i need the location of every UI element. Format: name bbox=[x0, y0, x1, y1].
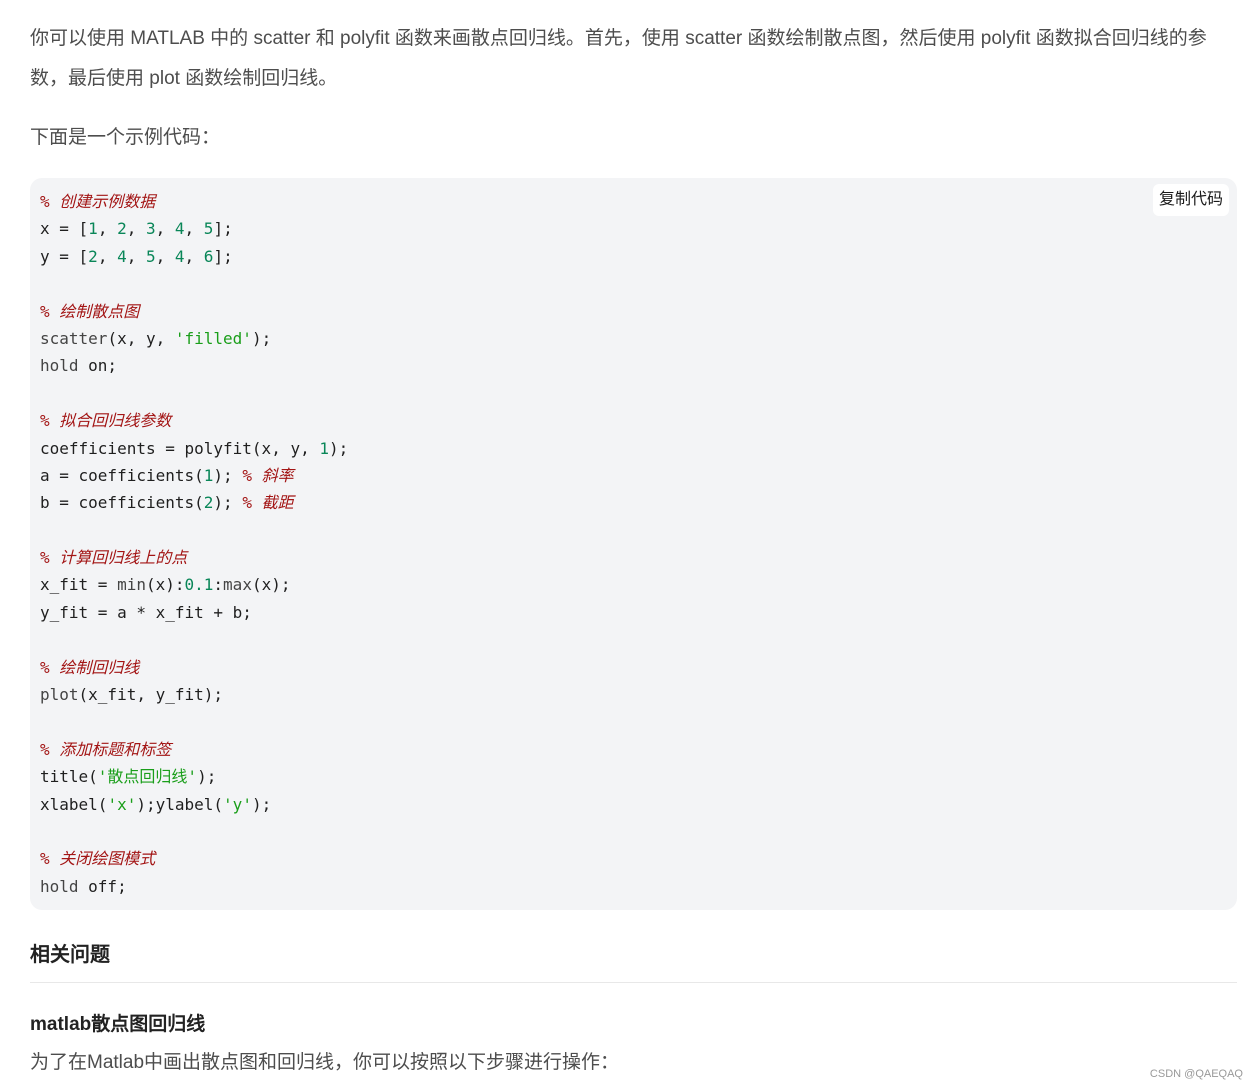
code-line: x_fit = min(x):0.1:max(x); bbox=[40, 575, 291, 595]
code-comment: % 绘制散点图 bbox=[40, 301, 140, 321]
code-line: % 添加标题和标签 bbox=[40, 736, 1237, 763]
code-comment: % 创建示例数据 bbox=[40, 192, 156, 211]
code-comment: % 绘制回归线 bbox=[40, 657, 140, 677]
code-line: % 绘制回归线 bbox=[40, 654, 1237, 681]
code-block: 复制代码 % 创建示例数据 x = [1, 2, 3, 4, 5]; y = [… bbox=[30, 178, 1237, 911]
code-line: xlabel('x');ylabel('y'); bbox=[40, 794, 272, 814]
code-comment: % 计算回归线上的点 bbox=[40, 548, 188, 568]
code-string: '散点回归线' bbox=[97, 767, 198, 787]
code-line: % 拟合回归线参数 bbox=[40, 407, 1237, 434]
code-line: scatter(x, y, 'filled'); bbox=[40, 328, 272, 348]
code-line: b = coefficients(2); % 截距 bbox=[40, 493, 294, 513]
article-content: 你可以使用 MATLAB 中的 scatter 和 polyfit 函数来画散点… bbox=[30, 0, 1237, 1083]
code-line: a = coefficients(1); % 斜率 bbox=[40, 465, 294, 485]
code-line: y_fit = a * x_fit + b; bbox=[40, 602, 252, 622]
code-comment: % 拟合回归线参数 bbox=[40, 411, 172, 431]
code-line: % 创建示例数据 bbox=[40, 188, 1237, 215]
code-line: % 关闭绘图模式 bbox=[40, 845, 1237, 872]
code-comment: % 关闭绘图模式 bbox=[40, 849, 156, 869]
code-line: plot(x_fit, y_fit); bbox=[40, 685, 224, 705]
related-questions-heading: 相关问题 bbox=[30, 940, 1237, 984]
related-question-title[interactable]: matlab散点图回归线 bbox=[30, 1011, 1237, 1039]
code-comment: % 截距 bbox=[242, 493, 294, 513]
code-string: 'x' bbox=[107, 794, 137, 814]
code-line: hold on; bbox=[40, 356, 118, 376]
copy-code-button[interactable]: 复制代码 bbox=[1152, 184, 1229, 216]
related-question-text: 为了在Matlab中画出散点图和回归线，你可以按照以下步骤进行操作： bbox=[30, 1052, 620, 1074]
watermark: CSDN @QAEQAQ bbox=[1149, 1068, 1243, 1080]
code-comment: % 斜率 bbox=[242, 465, 294, 485]
code-line: y = [2, 4, 5, 4, 6]; bbox=[40, 246, 233, 266]
code-line: x = [1, 2, 3, 4, 5]; bbox=[40, 219, 233, 239]
code-line: hold off; bbox=[40, 876, 127, 896]
code-line: coefficients = polyfit(x, y, 1); bbox=[40, 438, 349, 458]
code-line: % 计算回归线上的点 bbox=[40, 544, 1237, 571]
code-string: 'y' bbox=[223, 794, 252, 814]
code-line: % 绘制散点图 bbox=[40, 298, 1237, 325]
code-string: 'filled' bbox=[174, 328, 252, 348]
code-line: title('散点回归线'); bbox=[40, 767, 217, 787]
code-comment: % 添加标题和标签 bbox=[40, 739, 172, 759]
intro-paragraph: 你可以使用 MATLAB 中的 scatter 和 polyfit 函数来画散点… bbox=[30, 28, 1207, 89]
lead-paragraph: 下面是一个示例代码： bbox=[30, 127, 221, 148]
